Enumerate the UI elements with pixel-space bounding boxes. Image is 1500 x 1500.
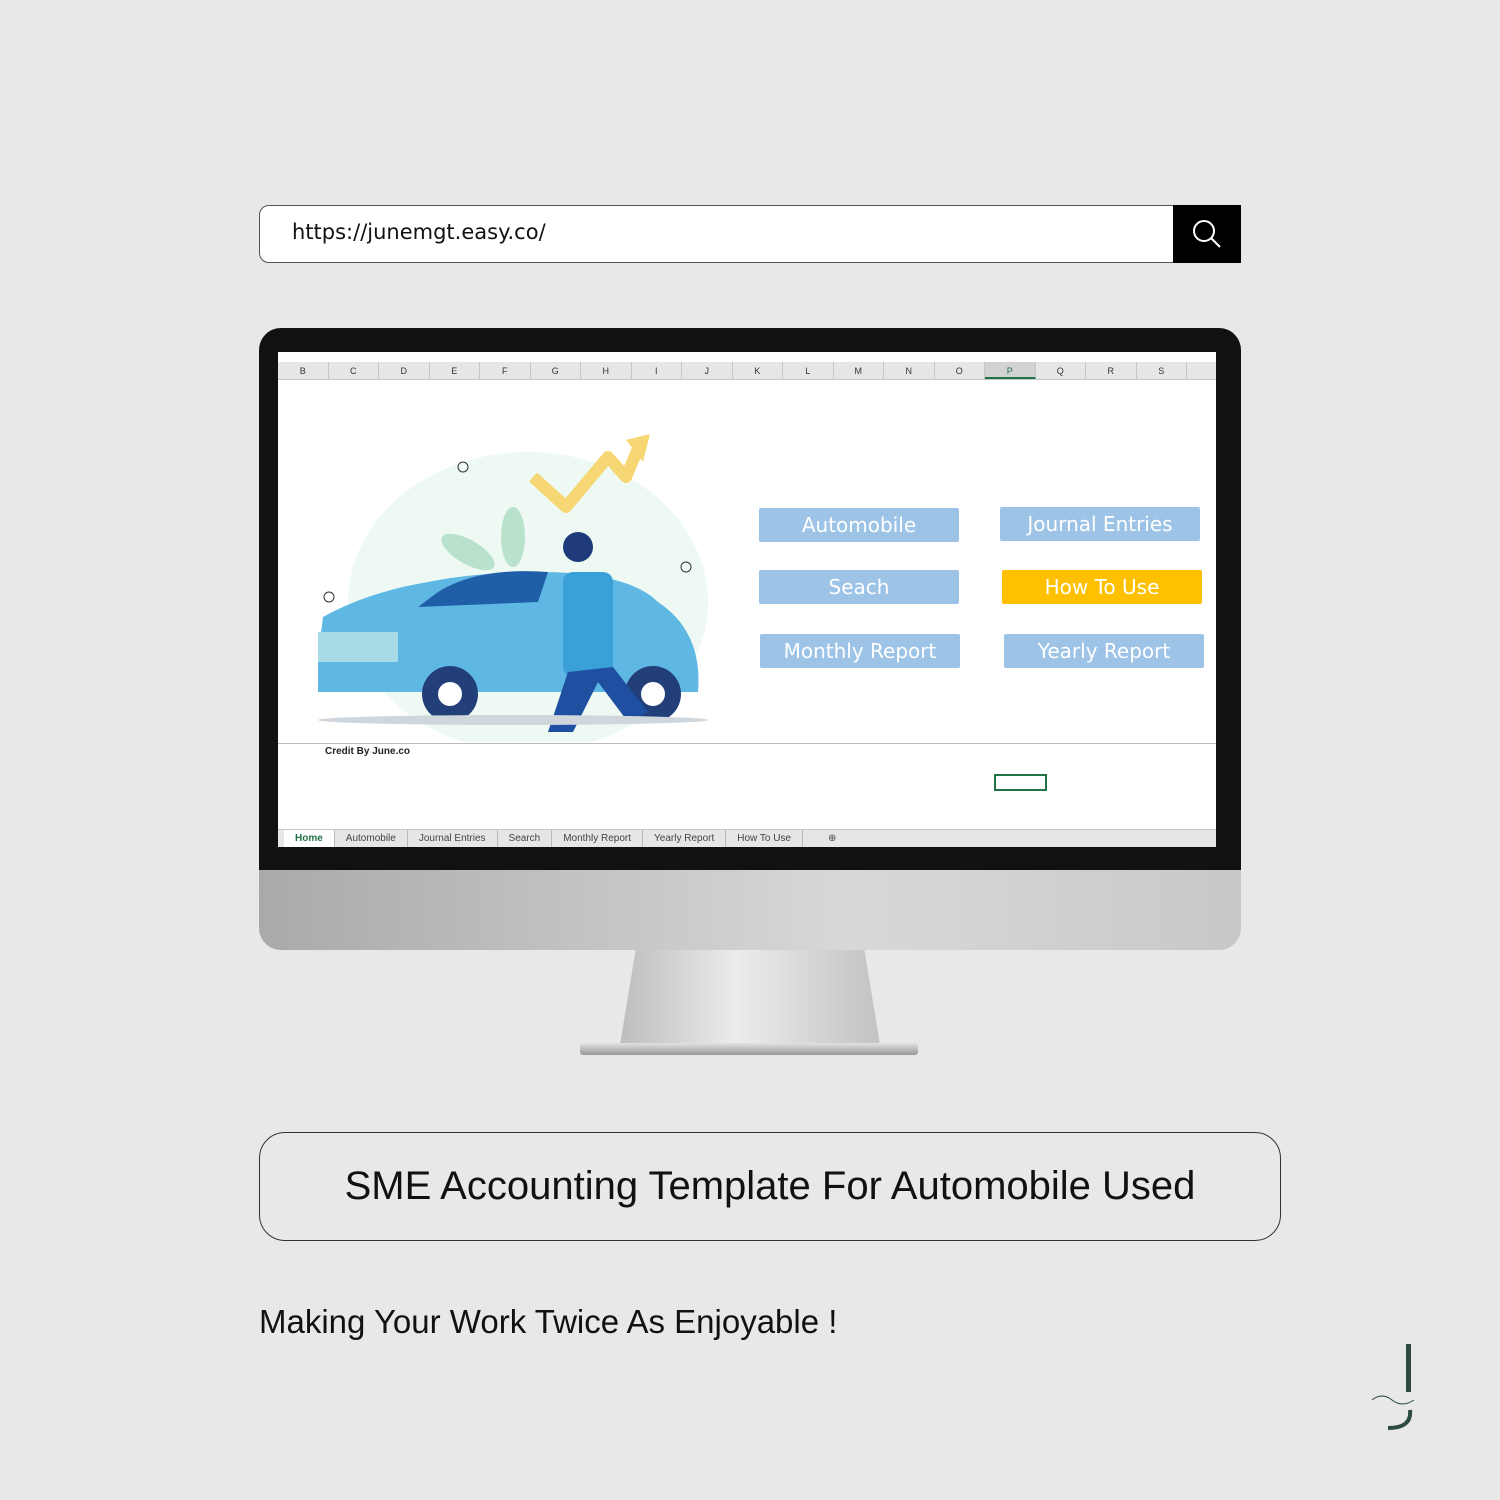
sheet-tab-how-to-use[interactable]: How To Use [726, 830, 803, 847]
column-header-r[interactable]: R [1086, 362, 1137, 379]
monitor-base [580, 1043, 918, 1055]
monitor-chin [259, 870, 1241, 950]
how-to-use-button[interactable]: How To Use [1002, 570, 1202, 604]
june-logo [1371, 1344, 1415, 1430]
column-header-d[interactable]: D [379, 362, 430, 379]
journal-entries-button[interactable]: Journal Entries [1000, 507, 1200, 541]
monitor-stand [620, 950, 880, 1045]
row-divider [278, 743, 1216, 744]
title: SME Accounting Template For Automobile U… [344, 1164, 1196, 1208]
column-header-c[interactable]: C [329, 362, 379, 379]
car-illustration [318, 434, 708, 742]
add-sheet-icon[interactable]: ⊕ [817, 830, 847, 847]
monthly-report-button[interactable]: Monthly Report [760, 634, 960, 668]
column-header-f[interactable]: F [480, 362, 531, 379]
column-header-g[interactable]: G [531, 362, 581, 379]
column-header-n[interactable]: N [884, 362, 935, 379]
spreadsheet-screen: BCDEFGHIJKLMNOPQRS Automobile Journal En… [278, 352, 1216, 847]
column-header-p[interactable]: P [985, 362, 1036, 379]
sheet-tab-journal-entries[interactable]: Journal Entries [408, 830, 498, 847]
title-box: SME Accounting Template For Automobile U… [259, 1132, 1281, 1241]
column-header-q[interactable]: Q [1036, 362, 1086, 379]
column-header-h[interactable]: H [581, 362, 632, 379]
search-button[interactable] [1173, 205, 1241, 263]
url-text: https://junemgt.easy.co/ [292, 220, 546, 244]
sheet-tab-yearly-report[interactable]: Yearly Report [643, 830, 727, 847]
tagline: Making Your Work Twice As Enjoyable ! [259, 1303, 838, 1340]
column-header-s[interactable]: S [1137, 362, 1187, 379]
column-header-l[interactable]: L [783, 362, 834, 379]
automobile-button[interactable]: Automobile [759, 508, 959, 542]
column-header-row: BCDEFGHIJKLMNOPQRS [278, 362, 1216, 380]
sheet-tab-monthly-report[interactable]: Monthly Report [552, 830, 644, 847]
selected-cell[interactable] [994, 774, 1047, 791]
yearly-report-button[interactable]: Yearly Report [1004, 634, 1204, 668]
column-header-e[interactable]: E [430, 362, 480, 379]
credit-text: Credit By June.co [325, 746, 411, 757]
search-icon [1193, 220, 1221, 248]
column-header-o[interactable]: O [935, 362, 985, 379]
sheet-tab-home[interactable]: Home [284, 830, 335, 847]
column-header-b[interactable]: B [278, 362, 329, 379]
sheet-tab-automobile[interactable]: Automobile [335, 830, 408, 847]
sheet-tabs: Home Automobile Journal Entries Search Month… [278, 829, 1216, 847]
column-header-j[interactable]: J [682, 362, 733, 379]
column-header-i[interactable]: I [632, 362, 682, 379]
search-sheet-button[interactable]: Seach [759, 570, 959, 604]
sheet-tab-search[interactable]: Search [498, 830, 553, 847]
url-bar[interactable]: https://junemgt.easy.co/ [259, 205, 1241, 263]
column-header-m[interactable]: M [834, 362, 884, 379]
column-header-k[interactable]: K [733, 362, 783, 379]
